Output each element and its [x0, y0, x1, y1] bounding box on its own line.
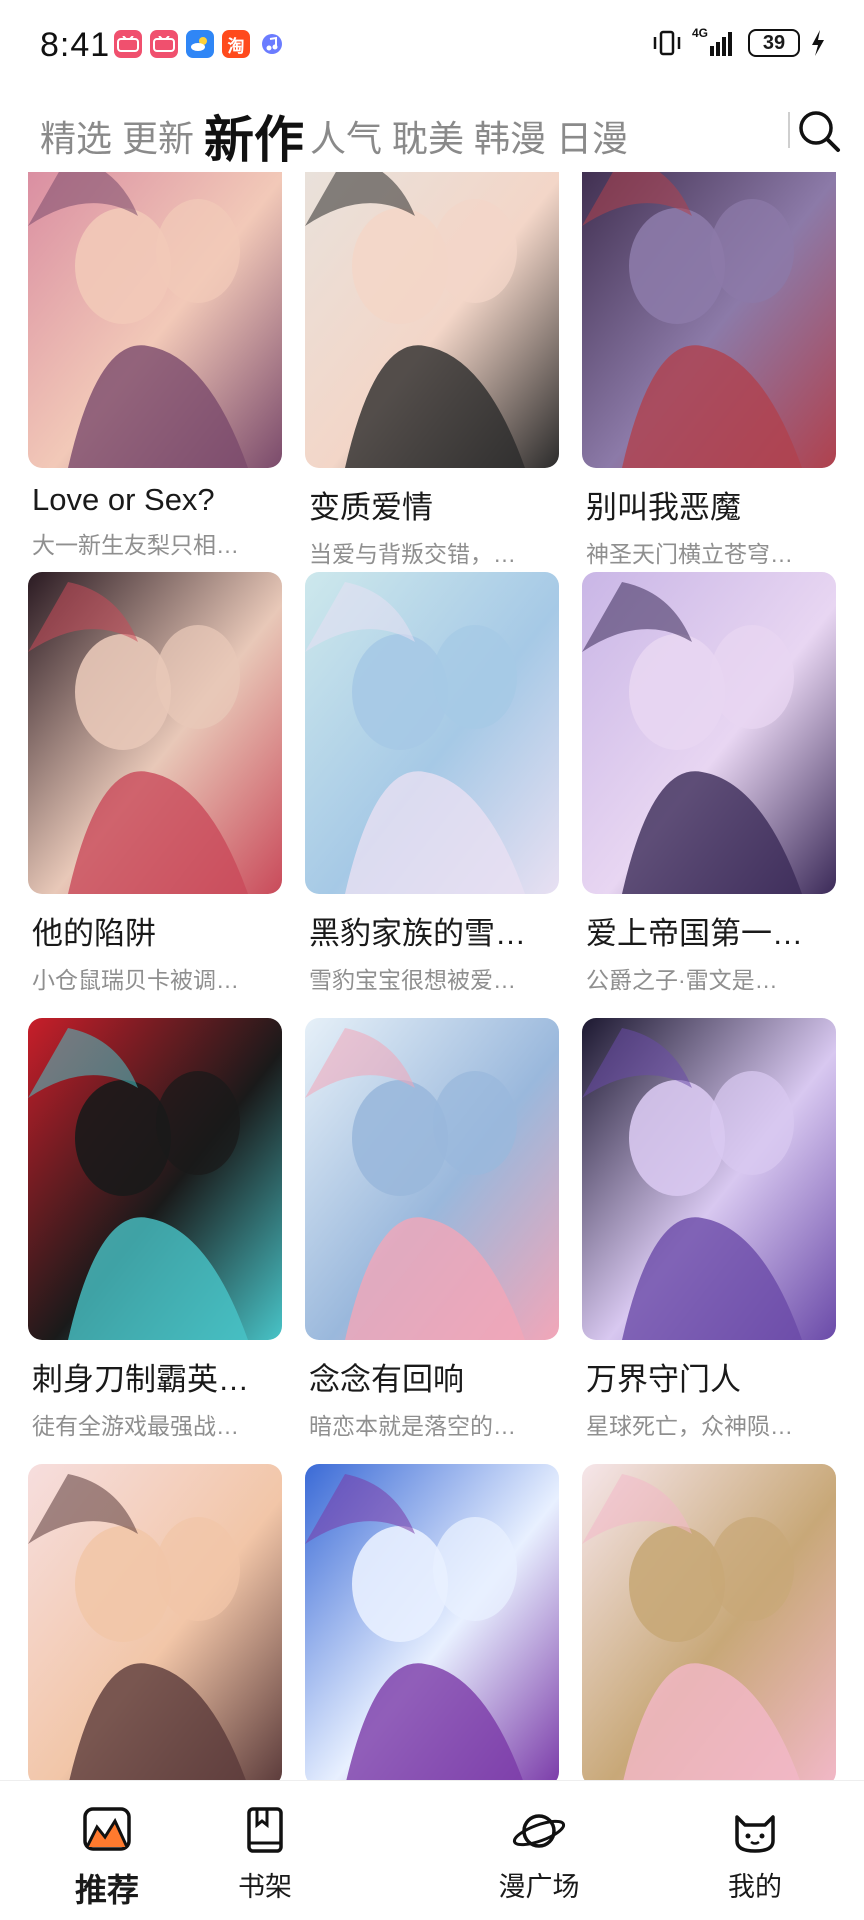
comic-title: 念念有回响 — [309, 1362, 464, 1397]
comic-description: 雪豹宝宝很想被爱… — [309, 967, 516, 993]
comic-description: 星球死亡，众神陨… — [586, 1413, 793, 1439]
comic-card[interactable]: 变质爱情当爱与背叛交错，… — [305, 172, 559, 569]
comic-cover[interactable] — [28, 172, 282, 468]
comic-title: 黑豹家族的雪… — [309, 916, 526, 951]
comic-description: 徒有全游戏最强战… — [32, 1413, 239, 1439]
tab-featured[interactable]: 精选 — [40, 110, 112, 162]
nav-recommend[interactable]: 推荐 — [42, 1803, 172, 1911]
comic-description: 暗恋本就是落空的… — [309, 1413, 516, 1439]
nav-bookshelf[interactable]: 书架 — [200, 1803, 330, 1904]
planet-icon — [511, 1803, 567, 1859]
tab-new[interactable]: 新作 — [204, 100, 304, 172]
comic-cover[interactable] — [582, 572, 836, 894]
nav-square[interactable]: 漫广场 — [474, 1803, 604, 1904]
comic-card[interactable]: 黑豹家族的雪… 雪豹宝宝很想被爱… — [305, 572, 559, 995]
battery-indicator: 39 — [748, 29, 800, 57]
comic-title: 变质爱情 — [309, 490, 433, 525]
nav-square-label: 漫广场 — [498, 1872, 580, 1902]
taobao-icon: 淘 — [222, 30, 250, 58]
vibrate-icon — [653, 30, 681, 56]
nav-recommend-label: 推荐 — [74, 1872, 139, 1908]
nav-profile-label: 我的 — [728, 1872, 782, 1902]
comic-card[interactable]: 万界守门人星球死亡，众神陨… — [582, 1018, 836, 1441]
tab-japanese[interactable]: 日漫 — [556, 110, 628, 162]
tab-korean[interactable]: 韩漫 — [474, 110, 546, 162]
bilibili-comics-icon — [114, 30, 142, 58]
music-icon — [258, 30, 286, 58]
comic-title: 刺身刀制霸英… — [32, 1362, 249, 1397]
comic-card[interactable]: 刺身刀制霸英… 徒有全游戏最强战… — [28, 1018, 282, 1441]
recommend-icon — [79, 1803, 135, 1859]
tab-updates[interactable]: 更新 — [122, 110, 194, 162]
comic-card[interactable]: 别叫我恶魔神圣天门横立苍穹… — [582, 172, 836, 569]
comic-title: 他的陷阱 — [32, 916, 156, 951]
notification-icons: 淘 — [114, 30, 286, 58]
signal-icon: 4G — [692, 26, 738, 58]
comic-card[interactable] — [582, 1464, 836, 1780]
charging-icon — [812, 30, 824, 56]
comic-grid: Love or Sex? 大一新生友梨只相… 变质爱情 当爱与背叛交错，… 别叫我恶魔神… — [0, 172, 864, 1780]
comic-title: 万界守门人 — [586, 1362, 741, 1397]
category-tabs: 精选 更新 新作 人气 耽美 韩漫 日漫 — [0, 98, 864, 178]
search-button[interactable] — [796, 108, 842, 154]
comic-description: 大一新生友梨只相… — [32, 532, 239, 558]
tab-divider — [788, 112, 790, 148]
nav-profile[interactable]: 我的 — [690, 1803, 820, 1904]
system-status: 4G 39 — [652, 26, 826, 58]
comic-cover[interactable] — [305, 1464, 559, 1780]
profile-cat-icon — [727, 1803, 783, 1859]
comic-card[interactable] — [28, 1464, 282, 1780]
comic-cover[interactable] — [28, 1464, 282, 1780]
search-icon — [799, 111, 840, 152]
comic-description: 小仓鼠瑞贝卡被调… — [32, 967, 239, 993]
comic-cover[interactable] — [305, 1018, 559, 1340]
nav-bookshelf-label: 书架 — [238, 1872, 292, 1902]
comic-card[interactable] — [305, 1464, 559, 1780]
status-time: 8:41 — [40, 26, 111, 64]
tab-bl[interactable]: 耽美 — [392, 110, 464, 162]
comic-description: 神圣天门横立苍穹… — [586, 541, 793, 567]
comic-description: 公爵之子·雷文是… — [586, 967, 778, 993]
comic-title: Love or Sex? — [32, 482, 215, 517]
comic-cover[interactable] — [28, 572, 282, 894]
comic-cover[interactable] — [582, 172, 836, 468]
bookshelf-icon — [237, 1803, 293, 1859]
tab-popular[interactable]: 人气 — [310, 110, 382, 162]
bottom-nav: 推荐 书架 漫广场 我的 — [0, 1780, 864, 1920]
status-bar: 8:41 淘 4G 39 — [0, 0, 864, 90]
bilibili-comics-icon — [150, 30, 178, 58]
weather-icon — [186, 30, 214, 58]
comic-description: 当爱与背叛交错，… — [309, 541, 516, 567]
comic-card[interactable]: 爱上帝国第一… 公爵之子·雷文是… — [582, 572, 836, 995]
comic-cover[interactable] — [582, 1464, 836, 1780]
comic-title: 爱上帝国第一… — [586, 916, 803, 951]
comic-cover[interactable] — [582, 1018, 836, 1340]
comic-cover[interactable] — [28, 1018, 282, 1340]
comic-card[interactable]: 他的陷阱小仓鼠瑞贝卡被调… — [28, 572, 282, 995]
comic-title: 别叫我恶魔 — [586, 490, 741, 525]
battery-level: 39 — [762, 31, 786, 54]
comic-card[interactable]: Love or Sex? 大一新生友梨只相… — [28, 172, 282, 560]
comic-cover[interactable] — [305, 572, 559, 894]
comic-card[interactable]: 念念有回响暗恋本就是落空的… — [305, 1018, 559, 1441]
comic-cover[interactable] — [305, 172, 559, 468]
